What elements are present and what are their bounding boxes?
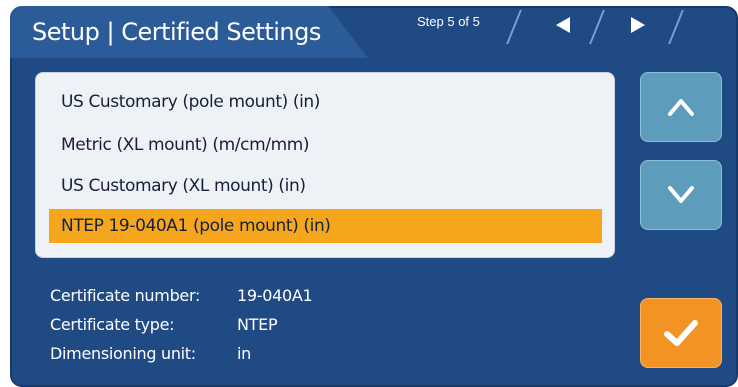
list-item[interactable]: US Customary (pole mount) (in) bbox=[49, 85, 602, 119]
certificate-type-label: Certificate type: bbox=[50, 315, 175, 334]
divider bbox=[506, 10, 522, 44]
screen: Setup | Certified Settings Step 5 of 5 U… bbox=[0, 0, 738, 387]
divider bbox=[589, 10, 605, 44]
page-title: Setup | Certified Settings bbox=[32, 18, 321, 46]
list-item-selected[interactable]: NTEP 19-040A1 (pole mount) (in) bbox=[49, 209, 602, 243]
dimensioning-unit-label: Dimensioning unit: bbox=[50, 344, 196, 363]
list-item[interactable]: Metric (XL mount) (m/cm/mm) bbox=[49, 128, 602, 162]
step-indicator: Step 5 of 5 bbox=[417, 14, 480, 29]
unit-list: US Customary (pole mount) (in) Metric (X… bbox=[35, 72, 615, 258]
scroll-up-button[interactable] bbox=[640, 72, 722, 142]
next-step-button[interactable] bbox=[627, 14, 649, 36]
certificate-type-value: NTEP bbox=[237, 315, 278, 334]
header-bar: Setup | Certified Settings Step 5 of 5 bbox=[10, 6, 738, 58]
divider bbox=[668, 10, 684, 44]
previous-step-button[interactable] bbox=[552, 14, 574, 36]
confirm-button[interactable] bbox=[640, 298, 722, 368]
certificate-number-value: 19-040A1 bbox=[237, 286, 313, 305]
checkmark-icon bbox=[664, 320, 698, 346]
chevron-down-icon bbox=[668, 186, 694, 203]
triangle-left-icon bbox=[556, 17, 570, 33]
scroll-down-button[interactable] bbox=[640, 160, 722, 230]
list-item[interactable]: US Customary (XL mount) (in) bbox=[49, 169, 602, 203]
triangle-right-icon bbox=[631, 17, 645, 33]
chevron-up-icon bbox=[668, 99, 694, 116]
dimensioning-unit-value: in bbox=[237, 344, 251, 363]
certificate-number-label: Certificate number: bbox=[50, 286, 201, 305]
